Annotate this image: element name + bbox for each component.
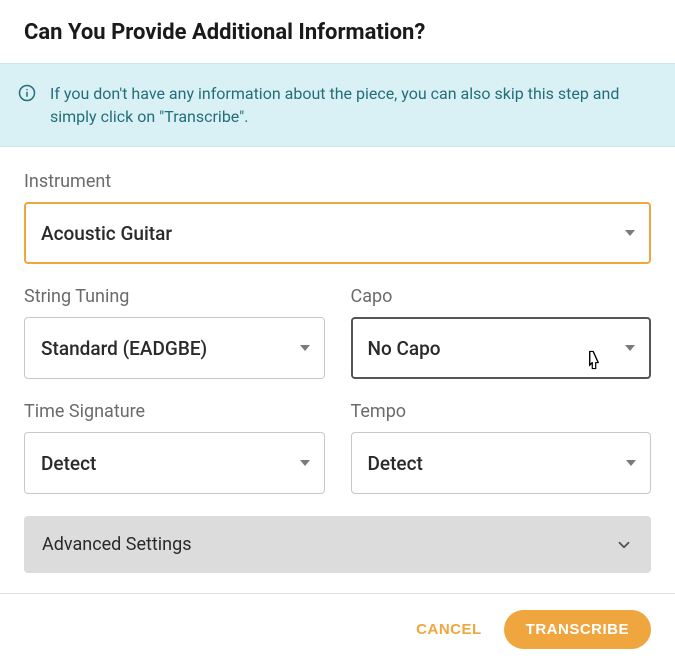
capo-label: Capo — [351, 286, 652, 307]
chevron-down-icon — [615, 536, 633, 554]
tempo-select[interactable]: Detect — [351, 432, 652, 494]
time-signature-value: Detect — [41, 452, 96, 475]
advanced-settings-label: Advanced Settings — [42, 534, 192, 555]
instrument-select[interactable]: Acoustic Guitar — [24, 202, 651, 264]
instrument-label: Instrument — [24, 171, 651, 192]
advanced-settings-toggle[interactable]: Advanced Settings — [24, 516, 651, 573]
tempo-label: Tempo — [351, 401, 652, 422]
tempo-value: Detect — [368, 452, 423, 475]
cancel-button[interactable]: CANCEL — [406, 613, 492, 646]
time-signature-label: Time Signature — [24, 401, 325, 422]
chevron-down-icon — [625, 345, 635, 351]
tuning-label: String Tuning — [24, 286, 325, 307]
transcribe-button[interactable]: TRANSCRIBE — [504, 610, 651, 649]
info-banner: If you don't have any information about … — [0, 63, 675, 147]
chevron-down-icon — [300, 345, 310, 351]
tuning-select[interactable]: Standard (EADGBE) — [24, 317, 325, 379]
dialog-footer: CANCEL TRANSCRIBE — [0, 593, 675, 665]
info-icon — [18, 84, 36, 102]
instrument-value: Acoustic Guitar — [41, 222, 172, 245]
chevron-down-icon — [625, 230, 635, 236]
capo-select[interactable]: No Capo — [351, 317, 652, 379]
tuning-value: Standard (EADGBE) — [41, 337, 207, 360]
capo-value: No Capo — [368, 337, 441, 360]
chevron-down-icon — [300, 460, 310, 466]
chevron-down-icon — [626, 460, 636, 466]
page-title: Can You Provide Additional Information? — [24, 20, 651, 45]
info-text: If you don't have any information about … — [50, 82, 651, 128]
time-signature-select[interactable]: Detect — [24, 432, 325, 494]
